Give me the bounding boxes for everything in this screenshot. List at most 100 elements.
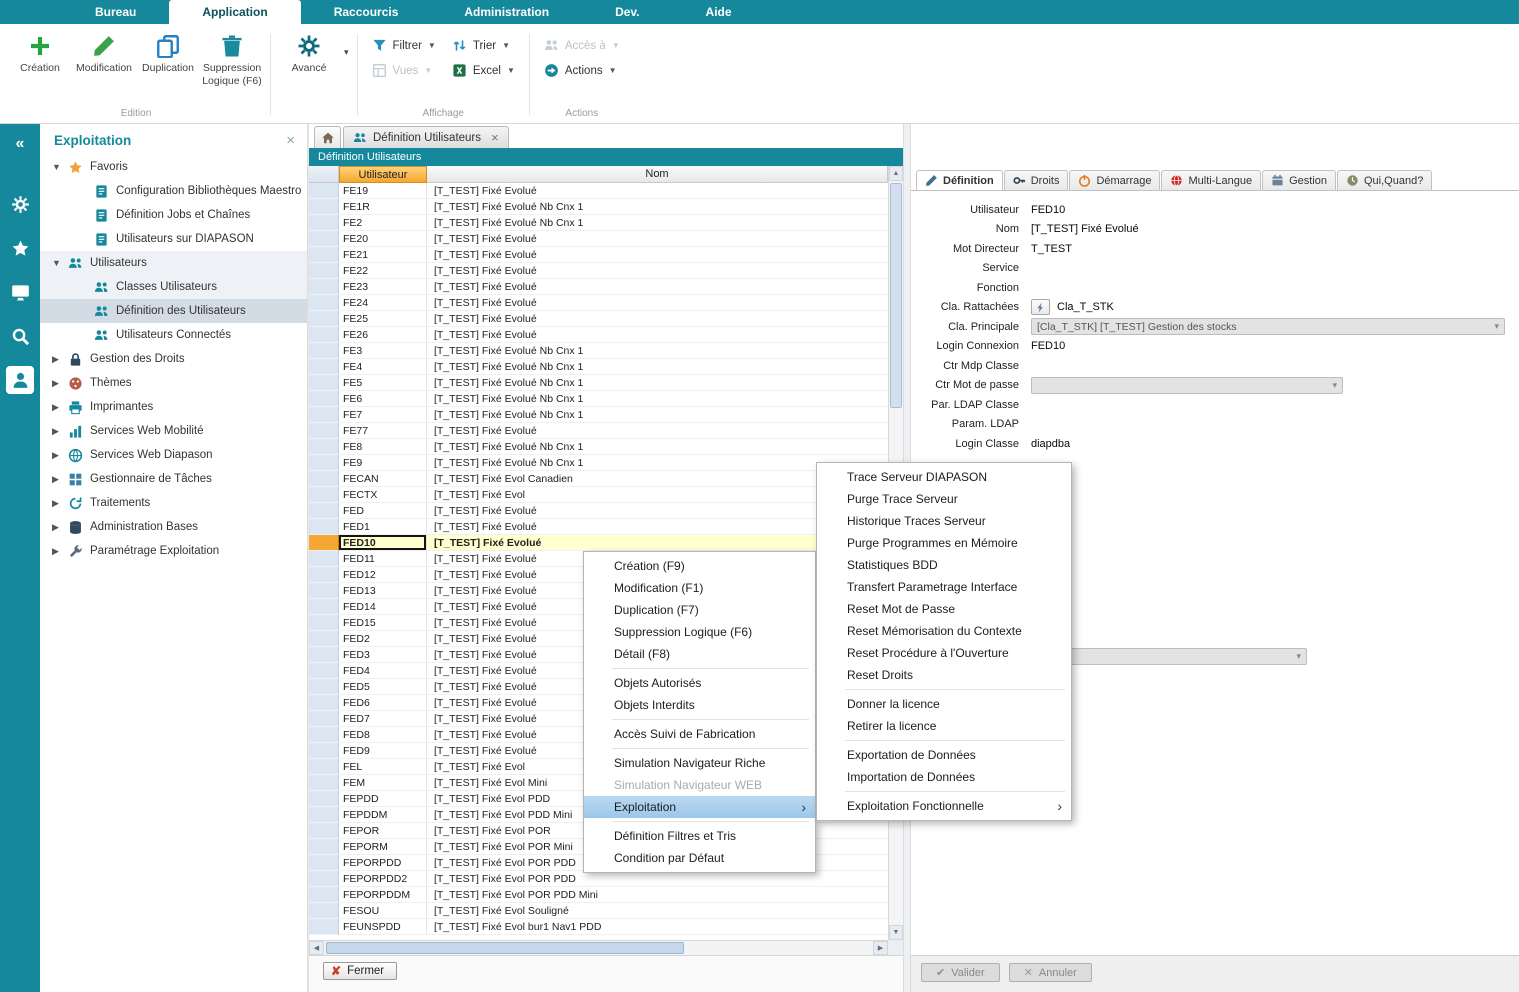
submenu-item-donner-la-licence[interactable]: Donner la licence: [817, 693, 1071, 715]
tree-item-administration-bases[interactable]: ▶Administration Bases: [40, 515, 307, 539]
menubar-item-raccourcis[interactable]: Raccourcis: [301, 0, 432, 24]
menu-item-exploitation[interactable]: Exploitation›: [584, 796, 815, 818]
table-row[interactable]: FED[T_TEST] Fixé Evolué: [309, 503, 888, 519]
menu-item-suppression-logique-f6[interactable]: Suppression Logique (F6): [584, 621, 815, 643]
chevron-right-icon[interactable]: ▶: [52, 522, 66, 533]
tree-item-gestion-des-droits[interactable]: ▶Gestion des Droits: [40, 347, 307, 371]
submenu-item-exportation-de-donnees[interactable]: Exportation de Données: [817, 744, 1071, 766]
search-icon[interactable]: [6, 322, 34, 350]
table-row-selected[interactable]: FED10[T_TEST] Fixé Evolué: [309, 535, 888, 551]
table-row[interactable]: FESOU[T_TEST] Fixé Evol Souligné: [309, 903, 888, 919]
submenu-item-historique-traces-serveur[interactable]: Historique Traces Serveur: [817, 510, 1071, 532]
tree-item-themes[interactable]: ▶Thèmes: [40, 371, 307, 395]
table-row[interactable]: FE4[T_TEST] Fixé Evolué Nb Cnx 1: [309, 359, 888, 375]
annuler-button[interactable]: ✕ Annuler: [1009, 963, 1092, 982]
table-row[interactable]: FE25[T_TEST] Fixé Evolué: [309, 311, 888, 327]
menu-item-acces-suivi-de-fabrication[interactable]: Accès Suivi de Fabrication: [584, 723, 815, 745]
submenu-item-reset-procedure-a-l-ouverture[interactable]: Reset Procédure à l'Ouverture: [817, 642, 1071, 664]
avance-button[interactable]: Avancé: [277, 29, 341, 77]
table-row[interactable]: FE6[T_TEST] Fixé Evolué Nb Cnx 1: [309, 391, 888, 407]
table-row[interactable]: FE21[T_TEST] Fixé Evolué: [309, 247, 888, 263]
excel-button[interactable]: Excel▼: [452, 63, 515, 78]
table-row[interactable]: FE9[T_TEST] Fixé Evolué Nb Cnx 1: [309, 455, 888, 471]
submenu-item-reset-memorisation-du-contexte[interactable]: Reset Mémorisation du Contexte: [817, 620, 1071, 642]
header-utilisateur[interactable]: Utilisateur: [339, 166, 427, 183]
suppression-logique-f6-button[interactable]: Suppression Logique (F6): [200, 29, 264, 89]
menubar-item-administration[interactable]: Administration: [431, 0, 582, 24]
tab-gestion[interactable]: Gestion: [1262, 170, 1336, 190]
select-ctr-mot-de-passe[interactable]: ▾: [1031, 377, 1343, 394]
menubar-item-bureau[interactable]: Bureau: [62, 0, 169, 24]
submenu-item-purge-programmes-en-memoire[interactable]: Purge Programmes en Mémoire: [817, 532, 1071, 554]
header-nom[interactable]: Nom: [427, 166, 888, 183]
table-row[interactable]: FED1[T_TEST] Fixé Evolué: [309, 519, 888, 535]
table-row[interactable]: FE77[T_TEST] Fixé Evolué: [309, 423, 888, 439]
vertical-scroll-thumb[interactable]: [890, 183, 902, 408]
scroll-right-icon[interactable]: ▶: [873, 941, 888, 955]
menu-item-objets-autorises[interactable]: Objets Autorisés: [584, 672, 815, 694]
scroll-up-icon[interactable]: ▲: [889, 166, 903, 181]
table-row[interactable]: FEUNSPDD[T_TEST] Fixé Evol bur1 Nav1 PDD: [309, 919, 888, 935]
monitor-icon[interactable]: [6, 278, 34, 306]
user-icon[interactable]: [6, 366, 34, 394]
menubar-item-aide[interactable]: Aide: [673, 0, 765, 24]
table-row[interactable]: FEPORPDD2[T_TEST] Fixé Evol POR PDD: [309, 871, 888, 887]
table-row[interactable]: FE8[T_TEST] Fixé Evolué Nb Cnx 1: [309, 439, 888, 455]
tab-demarrage[interactable]: Démarrage: [1069, 170, 1160, 190]
chevron-right-icon[interactable]: ▶: [52, 402, 66, 413]
tab-droits[interactable]: Droits: [1004, 170, 1069, 190]
table-row[interactable]: FEPORPDDM[T_TEST] Fixé Evol POR PDD Mini: [309, 887, 888, 903]
chevron-right-icon[interactable]: ▶: [52, 378, 66, 389]
menu-item-objets-interdits[interactable]: Objets Interdits: [584, 694, 815, 716]
close-tab-icon[interactable]: ×: [491, 131, 499, 144]
table-row[interactable]: FE26[T_TEST] Fixé Evolué: [309, 327, 888, 343]
close-icon[interactable]: ×: [286, 133, 295, 148]
creation-button[interactable]: Création: [8, 29, 72, 77]
select-cla-principale[interactable]: [Cla_T_STK] [T_TEST] Gestion des stocks▾: [1031, 318, 1505, 335]
chevron-right-icon[interactable]: ▶: [52, 474, 66, 485]
tree-item-imprimantes[interactable]: ▶Imprimantes: [40, 395, 307, 419]
menu-item-condition-par-defaut[interactable]: Condition par Défaut: [584, 847, 815, 869]
table-row[interactable]: FECTX[T_TEST] Fixé Evol: [309, 487, 888, 503]
chevron-right-icon[interactable]: ▶: [52, 354, 66, 365]
tree-item-utilisateurs-connectes[interactable]: Utilisateurs Connectés: [40, 323, 307, 347]
vues-button[interactable]: Vues▼: [372, 63, 436, 78]
tree-item-services-web-diapason[interactable]: ▶Services Web Diapason: [40, 443, 307, 467]
table-row[interactable]: FECAN[T_TEST] Fixé Evol Canadien: [309, 471, 888, 487]
tree-item-parametrage-exploitation[interactable]: ▶Paramétrage Exploitation: [40, 539, 307, 563]
submenu-item-exploitation-fonctionnelle[interactable]: Exploitation Fonctionnelle›: [817, 795, 1071, 817]
submenu-item-reset-mot-de-passe[interactable]: Reset Mot de Passe: [817, 598, 1071, 620]
menu-item-modification-f1[interactable]: Modification (F1): [584, 577, 815, 599]
tab-multi-langue[interactable]: Multi-Langue: [1161, 170, 1261, 190]
submenu-item-transfert-parametrage-interface[interactable]: Transfert Parametrage Interface: [817, 576, 1071, 598]
menu-item-definition-filtres-et-tris[interactable]: Définition Filtres et Tris: [584, 825, 815, 847]
tree-item-favoris[interactable]: ▼Favoris: [40, 155, 307, 179]
menu-item-creation-f9[interactable]: Création (F9): [584, 555, 815, 577]
collapse-panel-icon[interactable]: «: [6, 130, 34, 158]
table-row[interactable]: FE5[T_TEST] Fixé Evolué Nb Cnx 1: [309, 375, 888, 391]
duplication-button[interactable]: Duplication: [136, 29, 200, 77]
tree-item-definition-des-utilisateurs[interactable]: Définition des Utilisateurs: [40, 299, 307, 323]
valider-button[interactable]: ✔ Valider: [921, 963, 1000, 982]
table-row[interactable]: FE2[T_TEST] Fixé Evolué Nb Cnx 1: [309, 215, 888, 231]
tree-item-gestionnaire-de-taches[interactable]: ▶Gestionnaire de Tâches: [40, 467, 307, 491]
scroll-left-icon[interactable]: ◀: [309, 941, 324, 955]
menu-item-simulation-navigateur-web[interactable]: Simulation Navigateur WEB: [584, 774, 815, 796]
fermer-button[interactable]: ✘ Fermer: [323, 962, 397, 980]
tree-item-utilisateurs-sur-diapason[interactable]: Utilisateurs sur DIAPASON: [40, 227, 307, 251]
submenu-item-purge-trace-serveur[interactable]: Purge Trace Serveur: [817, 488, 1071, 510]
table-row[interactable]: FE19[T_TEST] Fixé Evolué: [309, 183, 888, 199]
tree-item-services-web-mobilite[interactable]: ▶Services Web Mobilité: [40, 419, 307, 443]
chevron-right-icon[interactable]: ▶: [52, 426, 66, 437]
table-row[interactable]: FE1R[T_TEST] Fixé Evolué Nb Cnx 1: [309, 199, 888, 215]
acces-a-button[interactable]: Accès à▼: [544, 38, 620, 53]
table-row[interactable]: FE23[T_TEST] Fixé Evolué: [309, 279, 888, 295]
chevron-down-icon[interactable]: ▼: [52, 162, 66, 172]
chevron-down-icon[interactable]: ▾: [344, 47, 349, 58]
tab-definition-utilisateurs[interactable]: Définition Utilisateurs ×: [343, 126, 509, 148]
menu-item-detail-f8[interactable]: Détail (F8): [584, 643, 815, 665]
scroll-down-icon[interactable]: ▼: [889, 925, 903, 940]
table-row[interactable]: FE20[T_TEST] Fixé Evolué: [309, 231, 888, 247]
submenu-item-trace-serveur-diapason[interactable]: Trace Serveur DIAPASON: [817, 466, 1071, 488]
horizontal-scrollbar[interactable]: ◀ ▶: [309, 940, 888, 955]
